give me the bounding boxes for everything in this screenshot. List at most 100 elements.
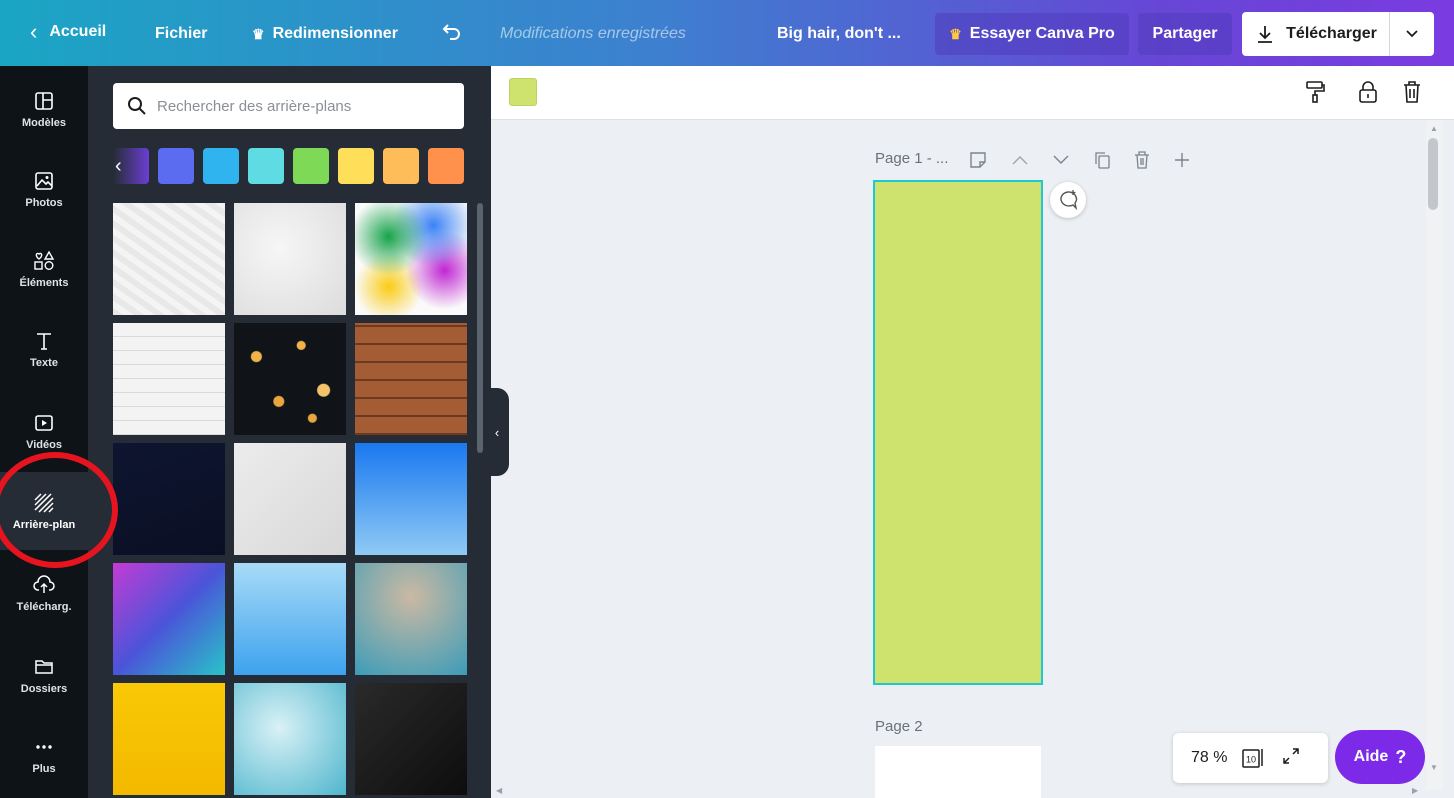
scrollbar-thumb[interactable] — [1428, 138, 1438, 210]
rail-item-templates[interactable]: Modèles — [0, 70, 88, 148]
resize-label: Redimensionner — [272, 25, 398, 42]
note-icon — [970, 152, 986, 168]
canvas-vertical-scrollbar[interactable]: ▲ ▼ — [1426, 120, 1443, 790]
color-swatch[interactable] — [428, 148, 464, 184]
background-thumbnail-yellow-texture[interactable] — [113, 683, 225, 795]
background-thumbnail-blue-sky-gradient[interactable] — [355, 443, 467, 555]
scroll-left-arrow-icon[interactable]: ◀ — [496, 786, 502, 795]
color-swatch[interactable] — [158, 148, 194, 184]
layout-icon — [32, 89, 56, 113]
chevron-left-icon: ‹ — [494, 424, 500, 440]
download-button-group: Télécharger — [1242, 12, 1434, 56]
background-thumbnail-black-marble[interactable] — [355, 683, 467, 795]
search-input[interactable] — [157, 97, 447, 115]
crown-icon: ♛ — [949, 25, 962, 42]
background-thumbnail-crumpled-paper[interactable] — [113, 203, 225, 315]
background-thumbnail-watercolor-teal[interactable] — [234, 683, 346, 795]
rail-item-more[interactable]: Plus — [0, 716, 88, 794]
rail-label: Plus — [32, 763, 56, 775]
background-thumbnail-blurred-teal[interactable] — [355, 563, 467, 675]
rail-label: Arrière-plan — [12, 519, 76, 531]
scroll-right-arrow-icon[interactable]: ▶ — [1412, 786, 1418, 795]
rail-item-folders[interactable]: Dossiers — [0, 636, 88, 714]
download-options-button[interactable] — [1390, 30, 1434, 38]
lock-button[interactable] — [1356, 80, 1380, 104]
background-thumbnail-white-marble-light[interactable] — [234, 203, 346, 315]
background-thumbnail-colored-smoke[interactable] — [355, 203, 467, 315]
upload-icon — [32, 573, 56, 597]
rail-label: Vidéos — [26, 439, 62, 451]
collapse-panel-button[interactable]: ‹ — [485, 388, 509, 476]
panel-scrollbar[interactable] — [477, 203, 483, 453]
background-thumbnail-white-brick[interactable] — [113, 323, 225, 435]
delete-button[interactable] — [1400, 80, 1424, 104]
color-swatch[interactable] — [383, 148, 419, 184]
try-pro-button[interactable]: ♛ Essayer Canva Pro — [935, 13, 1129, 55]
scroll-down-arrow-icon[interactable]: ▼ — [1430, 763, 1438, 772]
scroll-up-arrow-icon[interactable]: ▲ — [1430, 124, 1438, 133]
background-thumbnail-polygon-gradient[interactable] — [113, 563, 225, 675]
download-button[interactable]: Télécharger — [1242, 12, 1390, 56]
more-icon — [32, 735, 56, 759]
color-swatch[interactable] — [203, 148, 239, 184]
move-page-down-button[interactable] — [1051, 150, 1071, 170]
swatch-scroll-left-button[interactable]: ‹ — [113, 148, 149, 184]
page-notes-button[interactable] — [968, 150, 988, 170]
rail-item-uploads[interactable]: Télécharg. — [0, 554, 88, 632]
pages-icon: 10 — [1242, 749, 1264, 768]
page2-canvas[interactable] — [875, 746, 1041, 798]
save-status: Modifications enregistrées — [500, 25, 686, 42]
rail-label: Télécharg. — [16, 601, 72, 613]
background-icon — [32, 491, 56, 515]
zoom-level[interactable]: 78 % — [1191, 749, 1227, 767]
background-thumbnail-light-blue-gradient[interactable] — [234, 563, 346, 675]
background-thumbnail-night-sky[interactable] — [113, 443, 225, 555]
background-color-picker[interactable] — [509, 78, 537, 106]
share-button[interactable]: Partager — [1138, 13, 1232, 55]
copy-style-button[interactable] — [1303, 80, 1327, 104]
delete-page-button[interactable] — [1132, 150, 1152, 170]
resize-button[interactable]: ♛ Redimensionner — [252, 25, 398, 43]
color-swatch[interactable] — [338, 148, 374, 184]
rail-item-videos[interactable]: Vidéos — [0, 392, 88, 470]
rail-item-elements[interactable]: Éléments — [0, 230, 88, 308]
background-thumbnail-white-marble[interactable] — [234, 443, 346, 555]
move-page-up-button[interactable] — [1010, 150, 1030, 170]
background-thumbnail-bokeh-lights[interactable] — [234, 323, 346, 435]
paint-roller-icon — [1306, 81, 1325, 103]
page2-title[interactable]: Page 2 — [875, 718, 923, 735]
help-label: Aide — [1353, 748, 1389, 765]
color-swatch[interactable] — [248, 148, 284, 184]
unlock-icon — [1359, 81, 1377, 103]
rail-label: Dossiers — [20, 683, 68, 695]
page1-canvas[interactable] — [873, 180, 1043, 685]
duplicate-page-button[interactable] — [1092, 150, 1112, 170]
home-button[interactable]: ‹ Accueil — [30, 19, 106, 44]
crown-icon: ♛ — [252, 25, 265, 42]
video-icon — [32, 411, 56, 435]
backgrounds-panel: ‹ — [88, 66, 491, 798]
color-swatch[interactable] — [293, 148, 329, 184]
fullscreen-button[interactable] — [1281, 746, 1301, 771]
help-button[interactable]: Aide ? — [1335, 730, 1425, 784]
zoom-controls: 78 % 10 — [1173, 733, 1328, 783]
chevron-up-icon — [1012, 156, 1028, 165]
top-bar: ‹ Accueil Fichier ♛ Redimensionner Modif… — [0, 0, 1454, 66]
add-comment-button[interactable] — [1050, 182, 1086, 218]
document-title[interactable]: Big hair, don't ... — [777, 25, 901, 43]
chevron-left-icon: ‹ — [115, 154, 122, 177]
background-thumbnail-wood-planks[interactable] — [355, 323, 467, 435]
file-menu-button[interactable]: Fichier — [155, 25, 207, 43]
page1-title[interactable]: Page 1 - ... — [875, 150, 948, 167]
color-swatch-row: ‹ — [113, 148, 465, 184]
undo-button[interactable] — [441, 21, 463, 43]
add-page-button[interactable] — [1172, 150, 1192, 170]
rail-item-text[interactable]: Texte — [0, 310, 88, 388]
rail-item-background[interactable]: Arrière-plan — [0, 472, 88, 550]
chevron-left-icon: ‹ — [30, 19, 38, 44]
rail-label: Éléments — [19, 277, 69, 289]
canvas-toolbar — [491, 66, 1454, 120]
page-grid-button[interactable]: 10 — [1241, 746, 1265, 770]
side-rail: Modèles Photos Éléments Texte Vidéos Arr… — [0, 66, 88, 798]
rail-item-photos[interactable]: Photos — [0, 150, 88, 228]
